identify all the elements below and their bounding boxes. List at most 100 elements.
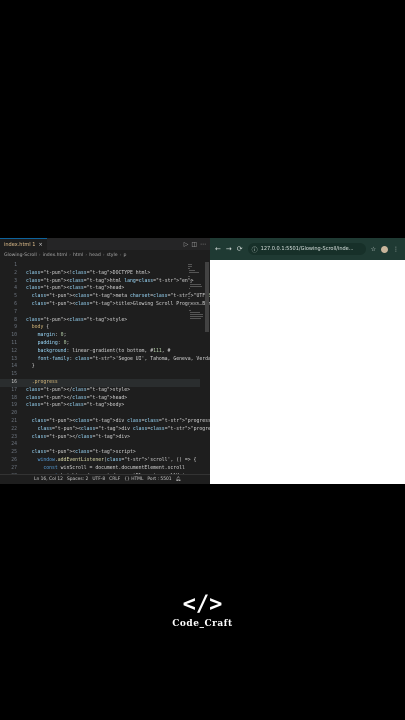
code-text: class="t-pun"><class="t-tag">body> bbox=[26, 403, 125, 409]
back-icon[interactable]: ← bbox=[215, 245, 221, 253]
code-line[interactable]: 23 class="t-pun"></class="t-tag">div> bbox=[0, 434, 200, 442]
code-line[interactable]: 27 const winScroll = document.documentEl… bbox=[0, 465, 200, 473]
status-encoding[interactable]: UTF-8 bbox=[92, 477, 105, 482]
line-number: 15 bbox=[11, 372, 17, 378]
breadcrumb-item[interactable]: p bbox=[123, 253, 126, 258]
line-number: 4 bbox=[14, 286, 17, 292]
minimap-line bbox=[188, 272, 200, 273]
code-text: class="t-pun"><class="t-tag">title>Glowi… bbox=[31, 302, 210, 307]
code-text: class="t-pun"></class="t-tag">div> bbox=[31, 434, 131, 440]
code-line[interactable]: 25 class="t-pun"><class="t-tag">script> bbox=[0, 449, 200, 457]
line-number: 25 bbox=[11, 450, 17, 456]
code-line[interactable]: 5 class="t-pun"><class="t-tag">meta char… bbox=[0, 293, 210, 301]
code-line[interactable]: 19 class="t-pun"><class="t-tag">body> bbox=[0, 402, 200, 410]
minimap-line bbox=[189, 280, 193, 281]
minimap-line bbox=[189, 304, 202, 305]
code-text: class="t-pun"><class="t-tag">div class=c… bbox=[37, 426, 210, 432]
address-bar[interactable]: ⓘ 127.0.0.1:5501/Glowing-Scroll/inde... bbox=[247, 243, 366, 255]
code-line[interactable]: 1 bbox=[0, 262, 200, 270]
page-viewport[interactable] bbox=[210, 260, 405, 484]
code-text: .progress bbox=[31, 380, 58, 385]
line-number: 20 bbox=[11, 411, 17, 417]
minimap-line bbox=[189, 286, 203, 287]
forward-icon[interactable]: → bbox=[226, 245, 232, 253]
status-bar: Ln 16, Col 12 Spaces: 2 UTF-8 CRLF {} HT… bbox=[0, 474, 210, 484]
line-number: 13 bbox=[11, 356, 17, 362]
code-text: class="t-pun"><class="t-tag">meta charse… bbox=[31, 294, 210, 300]
breadcrumb-item[interactable]: Glowing-Scroll bbox=[4, 253, 37, 258]
menu-icon[interactable]: ⋮ bbox=[393, 246, 399, 253]
code-text: margin: 0; bbox=[37, 333, 67, 339]
tab-label: index.html 1 bbox=[4, 241, 36, 248]
url-text: 127.0.0.1:5501/Glowing-Scroll/inde... bbox=[260, 246, 354, 252]
status-eol[interactable]: CRLF bbox=[109, 477, 120, 482]
status-language[interactable]: {} HTML bbox=[124, 477, 143, 482]
code-text: class="t-pun"><!class="t-tag">DOCTYPE ht… bbox=[26, 270, 151, 276]
code-line[interactable]: 17 class="t-pun"></class="t-tag">style> bbox=[0, 387, 200, 395]
code-text: class="t-pun"><class="t-tag">html lang=c… bbox=[26, 278, 194, 284]
status-port[interactable]: Port : 5501 bbox=[147, 477, 171, 482]
breadcrumb-item[interactable]: style bbox=[107, 253, 118, 258]
line-number: 3 bbox=[14, 278, 17, 284]
code-line[interactable]: 3 class="t-pun"><class="t-tag">html lang=… bbox=[0, 278, 200, 286]
play-icon[interactable]: ▷ bbox=[184, 241, 189, 248]
breadcrumb-item[interactable]: head bbox=[89, 253, 100, 258]
minimap-line bbox=[188, 302, 197, 303]
code-line[interactable]: 20 bbox=[0, 410, 200, 418]
close-icon[interactable]: × bbox=[38, 242, 42, 248]
breadcrumb-item[interactable]: html bbox=[73, 253, 83, 258]
line-number: 21 bbox=[11, 419, 17, 424]
minimap-line bbox=[190, 318, 202, 319]
code-line[interactable]: 15 bbox=[0, 371, 200, 379]
code-line[interactable]: 4 class="t-pun"><class="t-tag">head> bbox=[0, 285, 200, 293]
code-line[interactable]: 9 body { bbox=[0, 324, 200, 332]
avatar[interactable] bbox=[381, 245, 389, 253]
split-editor-icon[interactable]: ◫ bbox=[191, 241, 197, 248]
line-number: 17 bbox=[11, 387, 17, 393]
code-line[interactable]: 7 bbox=[0, 309, 200, 317]
line-number: 10 bbox=[11, 333, 17, 339]
editor-scrollbar[interactable] bbox=[205, 262, 209, 332]
code-line[interactable]: 2 class="t-pun"><!class="t-tag">DOCTYPE h… bbox=[0, 270, 200, 278]
line-number: 19 bbox=[11, 403, 17, 409]
line-number: 18 bbox=[11, 395, 17, 401]
line-number: 14 bbox=[11, 364, 17, 370]
reload-icon[interactable]: ⟳ bbox=[237, 245, 243, 253]
code-text: class="t-pun"><class="t-tag">head> bbox=[26, 286, 125, 292]
bell-icon[interactable]: 🔔︎ bbox=[176, 477, 182, 482]
minimap-line bbox=[188, 306, 191, 307]
code-line[interactable]: 26 window.addEventListener(class="t-str"… bbox=[0, 457, 200, 465]
code-line[interactable]: 13 font-family: class="t-str">'Segoe UI'… bbox=[0, 356, 210, 364]
code-text: background: linear-gradient(to bottom, #… bbox=[37, 348, 171, 354]
status-spaces[interactable]: Spaces: 2 bbox=[67, 477, 88, 482]
code-brackets-icon: </> bbox=[182, 592, 223, 617]
bookmark-star-icon[interactable]: ☆ bbox=[371, 246, 376, 253]
breadcrumb-item[interactable]: index.html bbox=[43, 253, 68, 258]
code-area[interactable]: 1 2 class="t-pun"><!class="t-tag">DOCTYPE … bbox=[0, 262, 210, 484]
code-line[interactable]: 22 class="t-pun"><class="t-tag">div clas… bbox=[0, 426, 210, 434]
code-line[interactable]: 18 class="t-pun"></class="t-tag">head> bbox=[0, 395, 200, 403]
status-position[interactable]: Ln 16, Col 12 bbox=[34, 477, 63, 482]
code-line[interactable]: 12 background: linear-gradient(to bottom… bbox=[0, 348, 200, 356]
code-line[interactable]: 14 } bbox=[0, 363, 200, 371]
line-number: 6 bbox=[14, 302, 17, 307]
code-line[interactable]: 11 padding: 0; bbox=[0, 340, 200, 348]
code-line[interactable]: 16 .progress bbox=[0, 379, 200, 387]
code-line[interactable]: 10 margin: 0; bbox=[0, 332, 200, 340]
code-line[interactable]: 21 class="t-pun"><class="t-tag">div clas… bbox=[0, 418, 210, 426]
code-line[interactable]: 8 class="t-pun"><class="t-tag">style> bbox=[0, 317, 200, 325]
code-text: font-family: class="t-str">'Segoe UI', T… bbox=[37, 356, 210, 362]
minimap-line bbox=[190, 316, 203, 317]
line-number: 23 bbox=[11, 434, 17, 440]
line-number: 1 bbox=[14, 263, 17, 268]
code-text: window.addEventListener(class="t-str">'s… bbox=[37, 458, 197, 463]
site-info-icon[interactable]: ⓘ bbox=[252, 245, 258, 254]
line-number: 2 bbox=[14, 270, 17, 276]
minimap[interactable] bbox=[188, 262, 203, 322]
minimap-line bbox=[188, 276, 190, 277]
code-line[interactable]: 6 class="t-pun"><class="t-tag">title>Glo… bbox=[0, 301, 210, 309]
line-number: 24 bbox=[11, 442, 17, 448]
tab-index-html[interactable]: index.html 1 × bbox=[0, 238, 47, 250]
more-icon[interactable]: ⋯ bbox=[200, 241, 206, 248]
code-line[interactable]: 24 bbox=[0, 441, 200, 449]
